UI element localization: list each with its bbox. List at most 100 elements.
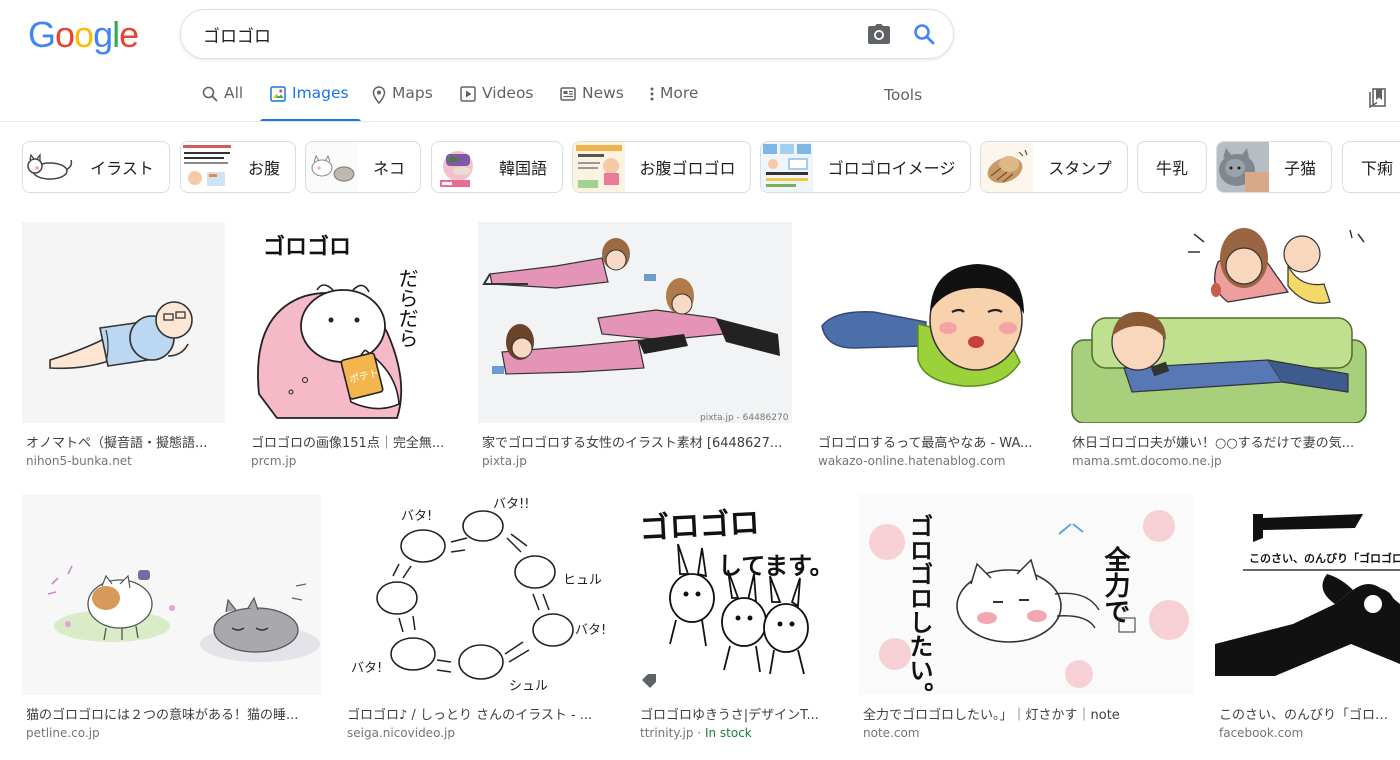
- image-text: ゴロゴロしたい。: [905, 513, 933, 695]
- logo-letter: g: [93, 14, 113, 55]
- result-title: ゴロゴロ♪ / しっとり さんのイラスト - ...: [347, 708, 593, 723]
- chip-thumbnail: [432, 142, 484, 192]
- tab-maps[interactable]: Maps: [372, 84, 433, 122]
- logo-letter: o: [55, 14, 75, 55]
- chip-thumbnail: [181, 142, 233, 192]
- tools-button[interactable]: Tools: [884, 86, 922, 104]
- chip-neko[interactable]: ネコ: [305, 141, 421, 193]
- chip-onaka-gorogoro[interactable]: お腹ゴロゴロ: [572, 141, 751, 193]
- svg-text:バタ!!: バタ!!: [493, 497, 529, 512]
- tab-label: News: [582, 84, 624, 102]
- result-title: オノマトペ（擬音語・擬態語...: [26, 436, 208, 451]
- logo-letter: G: [28, 14, 56, 55]
- chip-kankokugo[interactable]: 韓国語: [431, 141, 563, 193]
- chip-label: お腹ゴロゴロ: [639, 159, 736, 178]
- image-text: このさい、のんびり「ゴロゴロ」: [1249, 551, 1400, 565]
- image-result[interactable]: バタ! バタ!! ヒュル バタ! バタ! シュル ゴロゴロ♪ / しっとり さんのイラスト…: [343, 494, 614, 744]
- tab-label: Videos: [482, 84, 534, 102]
- result-title: ゴロゴロゆきうさ|デザインT...: [640, 708, 819, 723]
- chip-label: 韓国語: [498, 159, 547, 178]
- chip-label: スタンプ: [1048, 159, 1112, 178]
- chip-label: 子猫: [1283, 159, 1316, 178]
- image-result[interactable]: pixta.jp - 64486270 家でゴロゴロする女性のイラスト素材 [6…: [478, 222, 792, 472]
- result-source: nihon5-bunka.net: [26, 454, 132, 468]
- result-source: pixta.jp: [482, 454, 527, 468]
- image-text: してます。: [718, 552, 834, 580]
- image-text: ゴロゴロ: [263, 234, 351, 260]
- result-title: 全力でゴロゴロしたい。」｜灯さかす｜note: [863, 708, 1120, 723]
- chip-geri[interactable]: 下痢: [1342, 141, 1400, 193]
- watermark-text: pixta.jp - 64486270: [700, 413, 789, 423]
- tab-label: All: [224, 84, 244, 102]
- result-source: facebook.com: [1219, 726, 1304, 740]
- chip-label: イラスト: [90, 159, 154, 178]
- svg-text:バタ!: バタ!: [401, 509, 432, 524]
- bookmark-icon[interactable]: [1368, 88, 1390, 112]
- image-result[interactable]: ゴロゴロ だらだら ポテト ゴロゴロの画像151点｜完全無... prcm.jp: [247, 222, 456, 472]
- result-source: petline.co.jp: [26, 726, 100, 740]
- search-icon[interactable]: [912, 22, 936, 50]
- result-thumbnail: [1068, 222, 1370, 423]
- chip-stamp[interactable]: スタンプ: [980, 141, 1128, 193]
- result-title: 休日ゴロゴロ夫が嫌い！○○するだけで妻の気...: [1072, 436, 1355, 451]
- logo-letter: e: [119, 14, 139, 55]
- svg-text:ヒュル: ヒュル: [563, 573, 602, 588]
- image-result[interactable]: このさい、のんびり「ゴロゴロ」 このさい、のんびり「ゴロゴロ... facebo…: [1215, 494, 1400, 744]
- chip-label: 下痢: [1360, 159, 1393, 178]
- result-thumbnail: ゴロゴロしたい。 全力で: [859, 494, 1193, 695]
- tab-label: Maps: [392, 84, 433, 102]
- image-result[interactable]: ゴロゴロするって最高やなあ - WA... wakazo-online.hate…: [814, 222, 1046, 472]
- tab-label: Images: [292, 84, 349, 102]
- tab-images[interactable]: Images: [260, 84, 361, 122]
- tab-all[interactable]: All: [202, 84, 243, 122]
- image-result[interactable]: 休日ゴロゴロ夫が嫌い！○○するだけで妻の気... mama.smt.docomo…: [1068, 222, 1370, 472]
- logo-letter: l: [112, 14, 120, 55]
- result-source: mama.smt.docomo.ne.jp: [1072, 454, 1222, 468]
- search-box[interactable]: [180, 9, 954, 59]
- search-icon: [202, 86, 218, 102]
- image-result[interactable]: ゴロゴロしたい。 全力で 全力でゴロゴロしたい。」｜灯さかす｜note note…: [859, 494, 1193, 744]
- chip-label: 牛乳: [1155, 159, 1188, 178]
- more-vert-icon: [650, 87, 654, 101]
- svg-text:シュル: シュル: [509, 679, 548, 694]
- play-icon: [460, 86, 476, 102]
- result-thumbnail: このさい、のんびり「ゴロゴロ」: [1215, 494, 1400, 695]
- camera-icon[interactable]: [867, 23, 891, 49]
- tab-videos[interactable]: Videos: [460, 84, 534, 122]
- chip-thumbnail: [306, 142, 358, 192]
- svg-text:バタ!: バタ!: [575, 623, 606, 638]
- chip-gyunyu[interactable]: 牛乳: [1137, 141, 1207, 193]
- result-source: seiga.nicovideo.jp: [347, 726, 455, 740]
- search-input[interactable]: [203, 22, 843, 46]
- image-result[interactable]: オノマトペ（擬音語・擬態語... nihon5-bunka.net: [22, 222, 225, 472]
- news-icon: [560, 87, 576, 101]
- chip-koneko[interactable]: 子猫: [1216, 141, 1332, 193]
- image-result[interactable]: ゴロゴロ してます。 ゴロゴロゆきうさ|デザインT... ttrinity.jp…: [636, 494, 837, 744]
- tab-more[interactable]: More: [650, 84, 698, 122]
- stock-status: In stock: [704, 726, 752, 740]
- result-title: ゴロゴロの画像151点｜完全無...: [251, 436, 445, 451]
- chip-label: ネコ: [373, 159, 405, 178]
- result-source: note.com: [863, 726, 920, 740]
- logo-letter: o: [74, 14, 94, 55]
- chip-thumbnail: [761, 142, 813, 192]
- result-source-domain: ttrinity.jp: [640, 726, 694, 740]
- chip-onaka[interactable]: お腹: [180, 141, 296, 193]
- map-pin-icon: [372, 86, 386, 104]
- image-text: ゴロゴロ: [639, 506, 761, 547]
- result-source: prcm.jp: [251, 454, 297, 468]
- result-thumbnail: [22, 494, 321, 695]
- result-source: wakazo-online.hatenablog.com: [818, 454, 1006, 468]
- result-thumbnail: ゴロゴロ してます。: [636, 494, 837, 695]
- image-icon: [270, 86, 286, 102]
- image-result[interactable]: 猫のゴロゴロには２つの意味がある！猫の睡... petline.co.jp: [22, 494, 321, 744]
- chip-gorogoro-image[interactable]: ゴロゴロイメージ: [760, 141, 971, 193]
- tab-news[interactable]: News: [560, 84, 624, 122]
- svg-text:バタ!: バタ!: [351, 661, 382, 676]
- google-logo[interactable]: Google: [28, 14, 139, 56]
- result-title: 猫のゴロゴロには２つの意味がある！猫の睡...: [26, 708, 299, 723]
- chip-label: ゴロゴロイメージ: [827, 159, 956, 178]
- chip-illust[interactable]: イラスト: [22, 141, 170, 193]
- chip-thumbnail: [981, 142, 1033, 192]
- result-thumbnail: [814, 222, 1046, 423]
